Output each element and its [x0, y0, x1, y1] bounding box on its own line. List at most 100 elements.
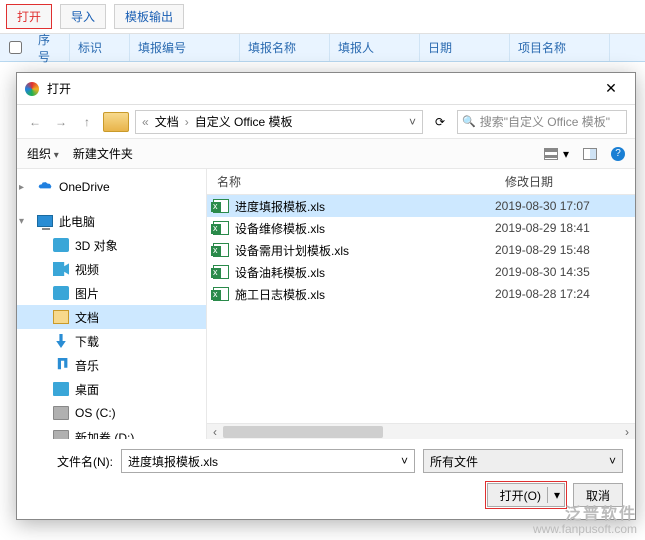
breadcrumb-dropdown-icon[interactable]: ˅ [409, 115, 416, 129]
folder-icon [103, 112, 129, 132]
scroll-thumb[interactable] [223, 426, 383, 438]
file-row[interactable]: 设备维修模板.xls2019-08-29 18:41 [207, 217, 635, 239]
file-date: 2019-08-28 17:24 [495, 287, 635, 301]
xls-icon [213, 287, 229, 301]
tree-node[interactable]: 新加卷 (D:) [17, 425, 206, 439]
refresh-icon[interactable]: ⟳ [429, 111, 451, 133]
chevron-left-icon: « [142, 115, 149, 129]
tree-label: OneDrive [59, 180, 110, 194]
tree-label: 此电脑 [59, 213, 95, 230]
expand-icon[interactable]: ▸ [19, 182, 31, 193]
filter-value: 所有文件 [430, 453, 478, 470]
breadcrumb[interactable]: « 文档 › 自定义 Office 模板 ˅ [135, 110, 423, 134]
ti-pc-icon [37, 215, 53, 227]
nav-fwd-icon[interactable]: → [51, 112, 71, 132]
file-name: 设备维修模板.xls [235, 220, 495, 237]
tree-node[interactable]: ▾ 此电脑 [17, 209, 206, 233]
col-project[interactable]: 项目名称 [510, 34, 610, 61]
tree-node[interactable]: 视频 [17, 257, 206, 281]
file-date: 2019-08-30 17:07 [495, 199, 635, 213]
nav-up-icon[interactable]: ↑ [77, 112, 97, 132]
open-file-button[interactable]: 打开(O) ▾ [487, 483, 565, 507]
tree-node[interactable]: OS (C:) [17, 401, 206, 425]
file-list: 进度填报模板.xls2019-08-30 17:07设备维修模板.xls2019… [207, 195, 635, 305]
file-date: 2019-08-29 15:48 [495, 243, 635, 257]
tree-label: 视频 [75, 261, 99, 278]
tree-label: OS (C:) [75, 406, 116, 420]
filename-input[interactable]: 进度填报模板.xls ˅ [121, 449, 415, 473]
col-seq[interactable]: 序号 [30, 34, 70, 61]
breadcrumb-item[interactable]: 文档 [155, 113, 179, 130]
tree-node[interactable]: 下载 [17, 329, 206, 353]
nav-tree: ▸ OneDrive ▾ 此电脑 3D 对象视频图片文档下载音乐桌面 OS (C:) 新加卷… [17, 169, 207, 439]
tree-label: 下载 [75, 333, 99, 350]
tree-node[interactable]: 音乐 [17, 353, 206, 377]
tree-label: 图片 [75, 285, 99, 302]
tree-label: 文档 [75, 309, 99, 326]
tree-node[interactable]: 图片 [17, 281, 206, 305]
tree-node[interactable]: 文档 [17, 305, 206, 329]
file-name: 设备需用计划模板.xls [235, 242, 495, 259]
file-name: 进度填报模板.xls [235, 198, 495, 215]
dialog-title: 打开 [47, 80, 595, 97]
expand-icon[interactable]: ▾ [19, 216, 31, 227]
file-filter-select[interactable]: 所有文件 ˅ [423, 449, 623, 473]
col-number[interactable]: 填报编号 [130, 34, 240, 61]
filename-label: 文件名(N): [29, 453, 113, 470]
xls-icon [213, 221, 229, 235]
file-col-date[interactable]: 修改日期 [495, 173, 635, 190]
tree-node[interactable]: 3D 对象 [17, 233, 206, 257]
chevron-down-icon[interactable]: ˅ [401, 454, 408, 468]
close-icon[interactable]: ✕ [595, 80, 627, 97]
col-date[interactable]: 日期 [420, 34, 510, 61]
list-view-icon [544, 148, 558, 160]
col-flag[interactable]: 标识 [70, 34, 130, 61]
select-all-checkbox[interactable] [9, 41, 22, 54]
import-button[interactable]: 导入 [60, 4, 106, 29]
col-name[interactable]: 填报名称 [240, 34, 330, 61]
file-row[interactable]: 设备需用计划模板.xls2019-08-29 15:48 [207, 239, 635, 261]
ti-img-icon [53, 286, 69, 300]
file-row[interactable]: 进度填报模板.xls2019-08-30 17:07 [207, 195, 635, 217]
split-chevron-icon[interactable]: ▾ [554, 488, 560, 502]
new-folder-button[interactable]: 新建文件夹 [73, 145, 133, 162]
tree-node[interactable]: 桌面 [17, 377, 206, 401]
tree-label: 3D 对象 [75, 237, 118, 254]
open-dialog: 打开 ✕ ← → ↑ « 文档 › 自定义 Office 模板 ˅ ⟳ 🔍 搜索… [16, 72, 636, 520]
search-input[interactable]: 🔍 搜索"自定义 Office 模板" [457, 110, 627, 134]
ti-3d-icon [53, 238, 69, 252]
ti-dl-icon [53, 334, 69, 348]
tree-node[interactable]: ▸ OneDrive [17, 175, 206, 199]
file-name: 设备油耗模板.xls [235, 264, 495, 281]
ti-cloud-icon [37, 180, 53, 194]
scroll-left-icon[interactable]: ‹ [207, 425, 223, 439]
file-row[interactable]: 设备油耗模板.xls2019-08-30 14:35 [207, 261, 635, 283]
search-placeholder: 搜索"自定义 Office 模板" [480, 113, 610, 130]
nav-back-icon[interactable]: ← [25, 112, 45, 132]
preview-pane-button[interactable] [583, 147, 597, 161]
help-icon[interactable]: ? [611, 147, 625, 161]
filename-value: 进度填报模板.xls [128, 453, 218, 470]
file-date: 2019-08-30 14:35 [495, 265, 635, 279]
open-button[interactable]: 打开 [6, 4, 52, 29]
col-person[interactable]: 填报人 [330, 34, 420, 61]
scroll-right-icon[interactable]: › [619, 425, 635, 439]
app-logo-icon [25, 82, 39, 96]
preview-icon [583, 148, 597, 160]
file-date: 2019-08-29 18:41 [495, 221, 635, 235]
template-output-button[interactable]: 模板输出 [114, 4, 184, 29]
ti-doc-icon [53, 310, 69, 324]
breadcrumb-item[interactable]: 自定义 Office 模板 [195, 113, 293, 130]
xls-icon [213, 265, 229, 279]
xls-icon [213, 199, 229, 213]
ti-mus-icon [53, 358, 69, 372]
file-col-name[interactable]: 名称 [207, 173, 495, 190]
search-icon: 🔍 [462, 115, 476, 128]
organize-button[interactable]: 组织 [27, 145, 59, 162]
chevron-down-icon[interactable]: ˅ [609, 454, 616, 468]
xls-icon [213, 243, 229, 257]
view-mode-button[interactable]: ▾ [544, 147, 569, 161]
horizontal-scrollbar[interactable]: ‹ › [207, 423, 635, 439]
file-row[interactable]: 施工日志模板.xls2019-08-28 17:24 [207, 283, 635, 305]
cancel-button[interactable]: 取消 [573, 483, 623, 507]
